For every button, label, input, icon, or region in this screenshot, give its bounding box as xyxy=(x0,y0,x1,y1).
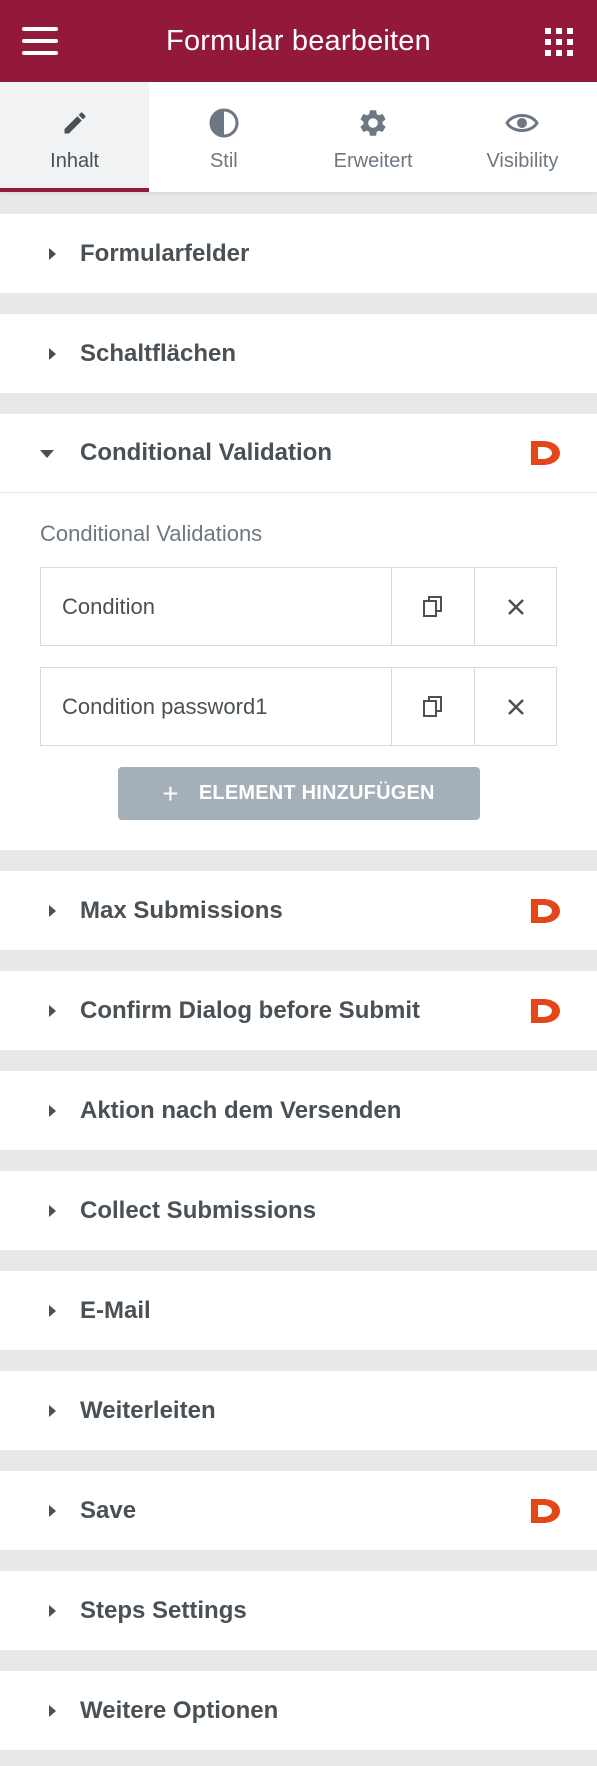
plus-icon: + xyxy=(162,777,179,809)
section-max-submissions[interactable]: Max Submissions xyxy=(0,871,597,950)
tab-bar: Inhalt Stil Erweitert Visibility xyxy=(0,82,597,192)
duplicate-button[interactable] xyxy=(392,568,474,645)
section-aktion-nach-dem-versenden[interactable]: Aktion nach dem Versenden xyxy=(0,1071,597,1150)
section-title: Confirm Dialog before Submit xyxy=(80,996,421,1024)
tab-label: Stil xyxy=(209,149,238,172)
pencil-icon xyxy=(61,106,89,140)
section-title: Weiterleiten xyxy=(80,1396,216,1424)
copy-icon xyxy=(423,695,442,717)
tab-stil[interactable]: Stil xyxy=(149,82,298,192)
eye-icon xyxy=(505,106,540,140)
section-schaltflaechen[interactable]: Schaltflächen xyxy=(0,314,597,393)
caret-right-icon xyxy=(49,347,56,360)
caret-right-icon xyxy=(49,1104,56,1117)
caret-right-icon xyxy=(49,1604,56,1617)
copy-icon xyxy=(423,595,442,617)
section-list: Formularfelder Schaltflächen Conditional… xyxy=(0,192,597,1750)
remove-button[interactable] xyxy=(474,668,556,745)
hamburger-icon[interactable] xyxy=(22,27,58,55)
caret-right-icon xyxy=(49,1304,56,1317)
tab-label: Inhalt xyxy=(50,149,100,172)
section-steps-settings[interactable]: Steps Settings xyxy=(0,1571,597,1650)
caret-down-icon xyxy=(40,450,54,458)
gear-icon xyxy=(357,106,389,140)
dynamic-logo-icon xyxy=(531,998,560,1023)
panel-header: Formular bearbeiten xyxy=(0,0,597,82)
caret-right-icon xyxy=(49,247,56,260)
section-confirm-dialog[interactable]: Confirm Dialog before Submit xyxy=(0,971,597,1050)
caret-right-icon xyxy=(49,1004,56,1017)
tab-visibility[interactable]: Visibility xyxy=(448,82,597,192)
caret-right-icon xyxy=(49,1504,56,1517)
section-title: Max Submissions xyxy=(80,896,283,924)
section-title: Collect Submissions xyxy=(80,1196,317,1224)
caret-right-icon xyxy=(49,1704,56,1717)
section-weitere-optionen[interactable]: Weitere Optionen xyxy=(0,1671,597,1750)
repeater-item-title[interactable]: Condition xyxy=(41,568,392,645)
tab-inhalt[interactable]: Inhalt xyxy=(0,82,150,192)
section-conditional-validation[interactable]: Conditional Validation xyxy=(0,414,597,493)
repeater-item: Condition password1 xyxy=(40,667,557,746)
tab-label: Erweitert xyxy=(333,149,413,172)
close-icon xyxy=(507,598,524,615)
section-save[interactable]: Save xyxy=(0,1471,597,1550)
grid-icon[interactable] xyxy=(545,28,573,56)
section-title: E-Mail xyxy=(80,1296,151,1324)
caret-right-icon xyxy=(49,1404,56,1417)
section-collect-submissions[interactable]: Collect Submissions xyxy=(0,1171,597,1250)
section-title: Weitere Optionen xyxy=(80,1696,279,1724)
section-conditional-validation-expanded: Conditional Validation Conditional Valid… xyxy=(0,414,597,850)
section-title: Save xyxy=(80,1496,137,1524)
repeater-label: Conditional Validations xyxy=(40,521,263,546)
repeater-item-title[interactable]: Condition password1 xyxy=(41,668,392,745)
caret-right-icon xyxy=(49,1204,56,1217)
section-title: Steps Settings xyxy=(80,1596,247,1624)
duplicate-button[interactable] xyxy=(392,668,474,745)
dynamic-logo-icon xyxy=(531,898,560,923)
close-icon xyxy=(507,698,524,715)
section-title: Conditional Validation xyxy=(80,439,332,466)
caret-right-icon xyxy=(49,904,56,917)
panel-title: Formular bearbeiten xyxy=(166,24,431,57)
tab-label: Visibility xyxy=(486,149,559,172)
section-title: Aktion nach dem Versenden xyxy=(80,1096,402,1124)
dynamic-logo-icon xyxy=(531,441,560,465)
add-item-label: ELEMENT HINZUFÜGEN xyxy=(198,782,435,804)
contrast-icon xyxy=(208,106,240,140)
section-title: Formularfelder xyxy=(80,239,250,267)
section-body: Conditional Validations Condition Condit… xyxy=(0,493,597,850)
dynamic-logo-icon xyxy=(531,1498,560,1523)
section-title: Schaltflächen xyxy=(80,339,237,367)
editor-panel: Formular bearbeiten Inhalt Stil Erweiter… xyxy=(0,0,597,1766)
tab-erweitert[interactable]: Erweitert xyxy=(299,82,448,192)
repeater-item: Condition xyxy=(40,567,557,646)
section-weiterleiten[interactable]: Weiterleiten xyxy=(0,1371,597,1450)
remove-button[interactable] xyxy=(474,568,556,645)
add-item-button[interactable]: + ELEMENT HINZUFÜGEN xyxy=(117,767,480,820)
section-formularfelder[interactable]: Formularfelder xyxy=(0,214,597,293)
section-email[interactable]: E-Mail xyxy=(0,1271,597,1350)
